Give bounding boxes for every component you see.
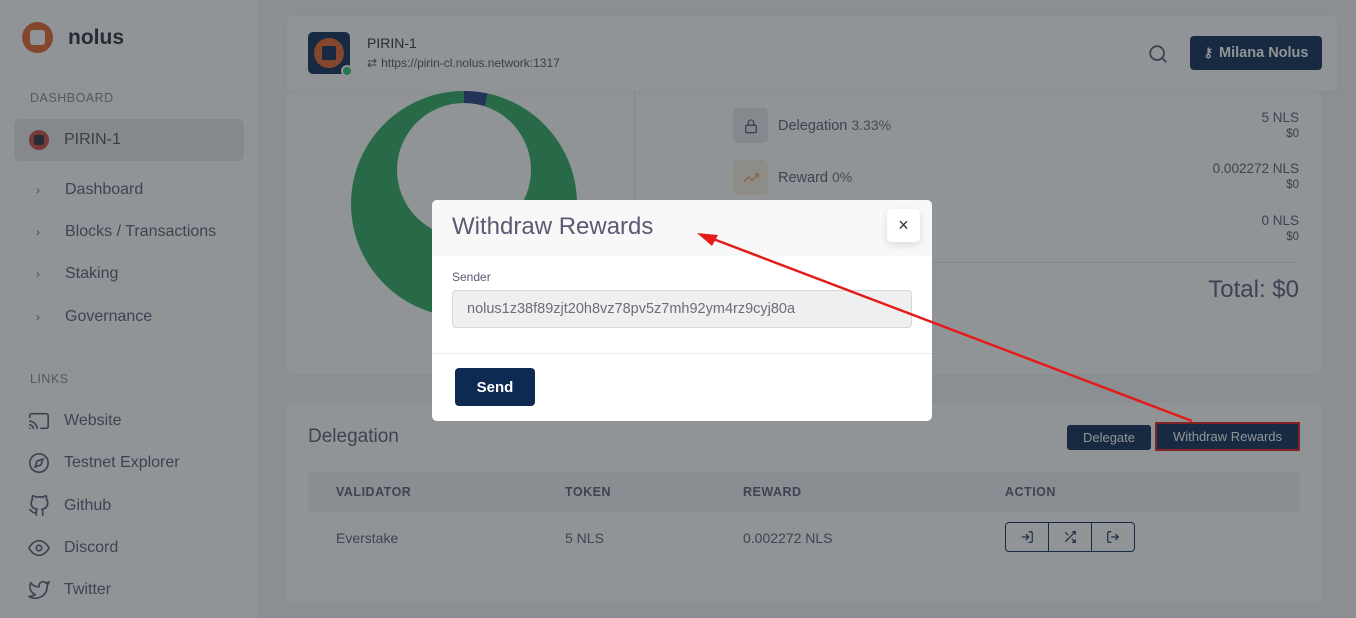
sender-label: Sender [452, 270, 491, 284]
close-icon[interactable]: × [887, 209, 920, 242]
modal-title: Withdraw Rewards [452, 213, 654, 240]
send-button[interactable]: Send [455, 368, 535, 406]
withdraw-rewards-modal: Withdraw Rewards × Sender nolus1z38f89zj… [432, 200, 932, 421]
divider [432, 353, 932, 354]
modal-header: Withdraw Rewards × [432, 200, 932, 256]
sender-field[interactable]: nolus1z38f89zjt20h8vz78pv5z7mh92ym4rz9cy… [452, 290, 912, 328]
